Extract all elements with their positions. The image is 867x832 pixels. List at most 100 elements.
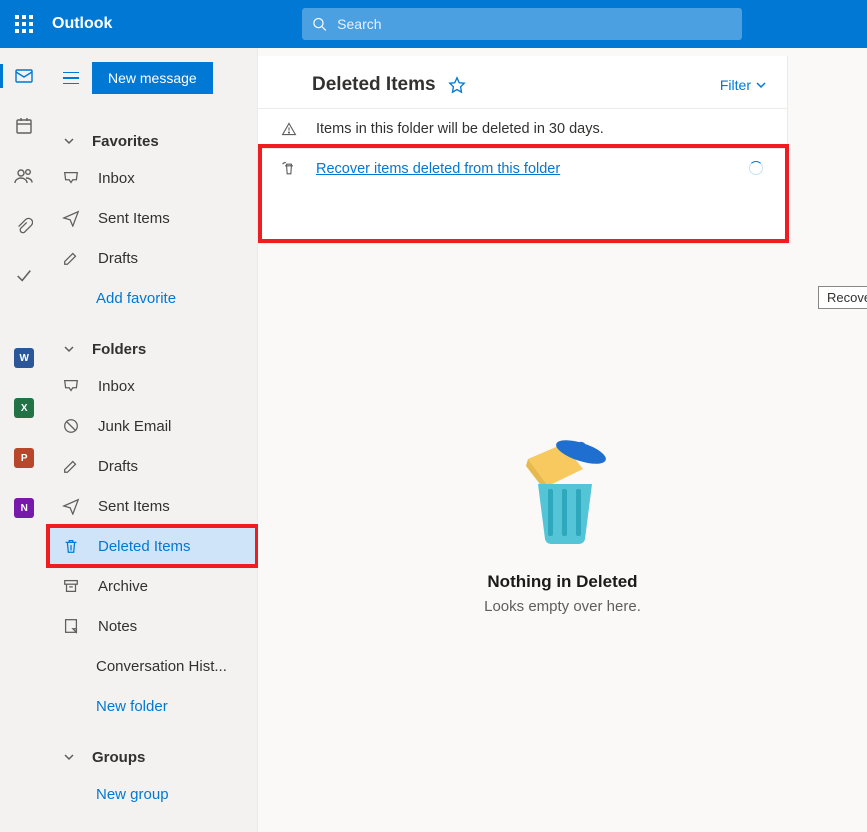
section-groups: Groups New group (48, 740, 257, 814)
add-favorite-link[interactable]: Add favorite (48, 278, 257, 318)
folder-label: Sent Items (98, 498, 170, 515)
recover-items-row[interactable]: Recover items deleted from this folder (258, 148, 787, 188)
left-rail: W X P N (0, 48, 48, 832)
app-launcher-button[interactable] (0, 0, 48, 48)
folder-notes[interactable]: Notes (48, 606, 257, 646)
attachment-icon (15, 217, 33, 235)
search-icon (312, 16, 327, 32)
rail-files[interactable] (0, 212, 48, 240)
new-message-button[interactable]: New message (92, 62, 213, 94)
people-icon (14, 166, 34, 186)
folder-label: Deleted Items (98, 538, 191, 555)
loading-spinner-icon (749, 161, 763, 175)
folder-junk[interactable]: Junk Email (48, 406, 257, 446)
recover-tooltip: Recover items deleted from this folder (818, 286, 867, 309)
rail-app-word[interactable]: W (0, 344, 48, 372)
link-label: New folder (96, 698, 168, 715)
retention-notice-row: Items in this folder will be deleted in … (258, 108, 787, 148)
folder-conversation-history[interactable]: Conversation Hist... (48, 646, 257, 686)
rail-todo[interactable] (0, 262, 48, 290)
search-input[interactable] (337, 16, 742, 32)
powerpoint-icon: P (14, 448, 34, 468)
drafts-icon (62, 249, 80, 267)
list-header: Deleted Items Filter (258, 56, 787, 108)
chevron-down-icon (62, 750, 76, 764)
favorites-header[interactable]: Favorites (48, 124, 257, 158)
folder-label: Drafts (98, 458, 138, 475)
notice-text: Items in this folder will be deleted in … (316, 121, 604, 137)
app-title: Outlook (52, 15, 112, 33)
link-label: Add favorite (96, 290, 176, 307)
calendar-icon (14, 116, 34, 136)
recover-icon (280, 161, 298, 177)
folder-label: Archive (98, 578, 148, 595)
app-shell: W X P N New message Favorites Inbox Sent… (0, 48, 867, 832)
rail-mail[interactable] (0, 62, 48, 90)
folder-label: Drafts (98, 250, 138, 267)
excel-icon: X (14, 398, 34, 418)
rail-people[interactable] (0, 162, 48, 190)
folder-title: Deleted Items (312, 74, 436, 96)
favorites-title: Favorites (92, 133, 159, 150)
folders-title: Folders (92, 341, 146, 358)
onenote-icon: N (14, 498, 34, 518)
filter-button[interactable]: Filter (720, 77, 767, 93)
folder-label: Conversation Hist... (96, 658, 227, 675)
empty-title: Nothing in Deleted (258, 572, 867, 592)
new-folder-link[interactable]: New folder (48, 686, 257, 726)
new-group-link[interactable]: New group (48, 774, 257, 814)
drafts-icon (62, 457, 80, 475)
empty-state: Nothing in Deleted Looks empty over here… (258, 434, 867, 615)
folder-drafts[interactable]: Drafts (48, 446, 257, 486)
warning-icon (280, 121, 298, 137)
favorite-drafts[interactable]: Drafts (48, 238, 257, 278)
sent-icon (62, 497, 80, 515)
trash-icon (62, 537, 80, 555)
folder-sent[interactable]: Sent Items (48, 486, 257, 526)
collapse-sidebar-button[interactable] (60, 67, 82, 89)
folder-label: Notes (98, 618, 137, 635)
rail-app-onenote[interactable]: N (0, 494, 48, 522)
empty-trash-illustration (508, 434, 618, 554)
section-favorites: Favorites Inbox Sent Items Drafts Add fa… (48, 124, 257, 318)
message-list-panel: Deleted Items Filter Items in this folde… (258, 56, 788, 244)
waffle-icon (15, 15, 33, 33)
mail-icon (14, 66, 34, 86)
groups-header[interactable]: Groups (48, 740, 257, 774)
filter-label: Filter (720, 77, 751, 93)
rail-app-excel[interactable]: X (0, 394, 48, 422)
header-bar: Outlook (0, 0, 867, 48)
folder-sidebar: New message Favorites Inbox Sent Items D… (48, 48, 258, 832)
folder-label: Junk Email (98, 418, 171, 435)
inbox-icon (62, 169, 80, 187)
folder-inbox[interactable]: Inbox (48, 366, 257, 406)
inbox-icon (62, 377, 80, 395)
folders-header[interactable]: Folders (48, 332, 257, 366)
empty-subtitle: Looks empty over here. (258, 598, 867, 615)
sent-icon (62, 209, 80, 227)
link-label: New group (96, 786, 169, 803)
check-icon (15, 267, 33, 285)
favorite-inbox[interactable]: Inbox (48, 158, 257, 198)
folder-label: Sent Items (98, 210, 170, 227)
folder-archive[interactable]: Archive (48, 566, 257, 606)
chevron-down-icon (62, 134, 76, 148)
junk-icon (62, 417, 80, 435)
section-folders: Folders Inbox Junk Email Drafts Sent Ite… (48, 332, 257, 726)
folder-label: Inbox (98, 170, 135, 187)
chevron-down-icon (62, 342, 76, 356)
folder-label: Inbox (98, 378, 135, 395)
chevron-down-icon (755, 79, 767, 91)
folder-deleted-items[interactable]: Deleted Items (48, 526, 257, 566)
word-icon: W (14, 348, 34, 368)
main-content: Deleted Items Filter Items in this folde… (258, 48, 867, 832)
recover-link[interactable]: Recover items deleted from this folder (316, 161, 560, 177)
notes-icon (62, 617, 80, 635)
rail-calendar[interactable] (0, 112, 48, 140)
rail-app-powerpoint[interactable]: P (0, 444, 48, 472)
favorite-sent[interactable]: Sent Items (48, 198, 257, 238)
archive-icon (62, 577, 80, 595)
groups-title: Groups (92, 749, 145, 766)
star-icon[interactable] (448, 76, 466, 94)
search-box[interactable] (302, 8, 742, 40)
